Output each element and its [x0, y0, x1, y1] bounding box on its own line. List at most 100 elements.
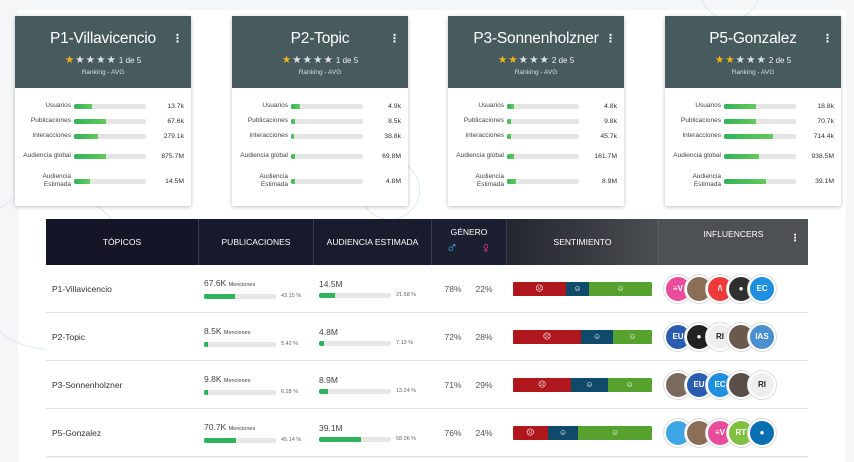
card-header: P1-Villavicencio ⋮ ★★★★★ 1 de 5 Ranking -… — [15, 16, 191, 88]
star-icon: ★ — [735, 54, 747, 66]
audience-percent: 13.24 % — [396, 388, 417, 394]
metric-bar — [724, 133, 796, 139]
sad-face-icon: ☹ — [513, 425, 548, 440]
metric-value: 938.5M — [811, 152, 834, 160]
metric-row: Interacciones 279.1k — [19, 130, 184, 142]
metric-row: Publicaciones 67.6k — [19, 115, 184, 127]
audience-bar — [319, 436, 391, 442]
metric-bar — [74, 178, 146, 184]
happy-face-icon: ☺ — [607, 377, 652, 392]
topic-card[interactable]: P5-Gonzalez ⋮ ★★★★★ 2 de 5 Ranking - AVG … — [665, 16, 841, 206]
metric-value: 4.9k — [388, 102, 401, 110]
sentiment-cell: ☹ ☺ ☺ — [506, 377, 658, 392]
publications-bar — [204, 341, 276, 347]
topic-name[interactable]: P5-Gonzalez — [46, 428, 198, 438]
star-icon: ★ — [725, 54, 736, 66]
table-row[interactable]: P5-Gonzalez 70.7K Menciones 45.14 % 39.1… — [46, 409, 808, 457]
metric-row: Interacciones 45.7k — [452, 130, 617, 142]
metric-value: 67.6k — [167, 117, 184, 125]
col-sentiment-header[interactable]: SENTIMIENTO — [506, 219, 658, 265]
influencer-avatar[interactable]: ● — [748, 418, 776, 447]
publications-cell: 70.7K Menciones 45.14 % — [198, 422, 313, 443]
influencers-cell: EU EC RI — [658, 370, 808, 399]
metric-value: 45.7k — [600, 132, 617, 140]
influencer-avatar[interactable]: IAS — [748, 322, 776, 351]
star-icon: ★ — [714, 54, 726, 66]
rating-text: 2 de 5 — [768, 56, 792, 65]
kebab-menu-icon[interactable]: ⋮ — [389, 34, 400, 45]
star-icon: ★ — [292, 54, 303, 66]
col-influencers-header[interactable]: INFLUENCERS ⋮ — [658, 219, 808, 265]
metric-row: Interacciones 38.8k — [236, 130, 401, 142]
col-audience-header[interactable]: AUDIENCIA ESTIMADA — [313, 219, 431, 265]
publications-cell: 9.8K Menciones 6.28 % — [198, 374, 313, 395]
audience-cell: 14.5M 21.58 % — [313, 279, 431, 298]
card-title: P5-Gonzalez — [709, 30, 797, 47]
sentiment-bar[interactable]: ☹ ☺ ☺ — [513, 281, 652, 296]
metric-label: Audiencia global — [456, 152, 504, 159]
topic-name[interactable]: P2-Topic — [46, 332, 198, 342]
publications-bar — [204, 293, 276, 299]
metric-bar — [291, 178, 363, 184]
audience-percent: 7.13 % — [396, 340, 414, 346]
metric-row: Publicaciones 8.5k — [236, 115, 401, 127]
male-percent: 72% — [444, 331, 462, 342]
male-percent: 71% — [444, 379, 462, 390]
sentiment-bar[interactable]: ☹ ☺ ☺ — [513, 377, 652, 392]
metric-bar — [291, 118, 363, 124]
metric-bar — [507, 133, 579, 139]
publications-count: 9.8K — [204, 374, 222, 384]
col-gender-header[interactable]: GÉNERO ♂ ♀ — [431, 219, 506, 265]
influencer-avatar[interactable]: EC — [748, 274, 776, 303]
topic-card[interactable]: P2-Topic ⋮ ★★★★★ 1 de 5 Ranking - AVG Usu… — [232, 16, 408, 206]
influencer-avatar[interactable]: RI — [748, 370, 776, 399]
star-icon: ★ — [323, 54, 334, 66]
topic-name[interactable]: P3-Sonnenholzner — [46, 380, 198, 390]
sentiment-bar[interactable]: ☹ ☺ ☺ — [513, 425, 652, 440]
metric-row: Audiencia global 938.5M — [669, 145, 834, 167]
publications-cell: 8.5K Menciones 5.42 % — [198, 326, 313, 347]
audience-bar — [319, 292, 391, 298]
col-topics-header[interactable]: TÓPICOS — [46, 219, 198, 265]
kebab-menu-icon[interactable]: ⋮ — [790, 233, 800, 244]
card-metrics: Usuarios 4.8k Publicaciones 9.8k Interac… — [448, 88, 624, 192]
col-publications-header[interactable]: PUBLICACIONES — [198, 219, 313, 265]
topic-card[interactable]: P3-Sonnenholzner ⋮ ★★★★★ 2 de 5 Ranking -… — [448, 16, 624, 206]
female-percent: 24% — [475, 427, 493, 438]
metric-bar — [74, 118, 146, 124]
kebab-menu-icon[interactable]: ⋮ — [822, 34, 833, 45]
metric-row: Interacciones 714.4k — [669, 130, 834, 142]
kebab-menu-icon[interactable]: ⋮ — [172, 34, 183, 45]
metric-bar — [291, 133, 363, 139]
table-row[interactable]: P1-Villavicencio 67.6K Menciones 43.15 %… — [46, 265, 808, 313]
star-rating: ★★★★★ 1 de 5 — [232, 54, 408, 67]
neutral-face-icon: ☺ — [565, 281, 590, 296]
star-icon: ★ — [497, 54, 509, 66]
table-row[interactable]: P2-Topic 8.5K Menciones 5.42 % 4.8M 7.13… — [46, 313, 808, 361]
kebab-menu-icon[interactable]: ⋮ — [605, 34, 616, 45]
table-header: TÓPICOS PUBLICACIONES AUDIENCIA ESTIMADA… — [46, 219, 808, 265]
metric-bar — [724, 178, 796, 184]
sentiment-cell: ☹ ☺ ☺ — [506, 425, 658, 440]
topic-name[interactable]: P1-Villavicencio — [46, 284, 198, 294]
publications-bar — [204, 437, 276, 443]
card-title: P1-Villavicencio — [50, 30, 156, 47]
publications-percent: 5.42 % — [281, 341, 299, 347]
metric-label: Audiencia Estimada — [692, 173, 721, 188]
topic-card[interactable]: P1-Villavicencio ⋮ ★★★★★ 1 de 5 Ranking -… — [15, 16, 191, 206]
publications-percent: 45.14 % — [281, 437, 302, 443]
sentiment-bar[interactable]: ☹ ☺ ☺ — [513, 329, 652, 344]
metric-row: Publicaciones 9.8k — [452, 115, 617, 127]
sad-face-icon: ☹ — [513, 281, 566, 296]
female-percent: 28% — [475, 331, 493, 342]
happy-face-icon: ☺ — [578, 425, 652, 440]
metric-label: Usuarios — [478, 102, 504, 109]
metric-row: Usuarios 18.8k — [669, 100, 834, 112]
happy-face-icon: ☺ — [589, 281, 652, 296]
metric-bar — [507, 178, 579, 184]
publications-unit: Menciones — [223, 378, 251, 384]
star-icon: ★ — [64, 54, 76, 66]
publications-cell: 67.6K Menciones 43.15 % — [198, 278, 313, 299]
influencers-header-label: INFLUENCERS — [703, 229, 764, 239]
table-row[interactable]: P3-Sonnenholzner 9.8K Menciones 6.28 % 8… — [46, 361, 808, 409]
